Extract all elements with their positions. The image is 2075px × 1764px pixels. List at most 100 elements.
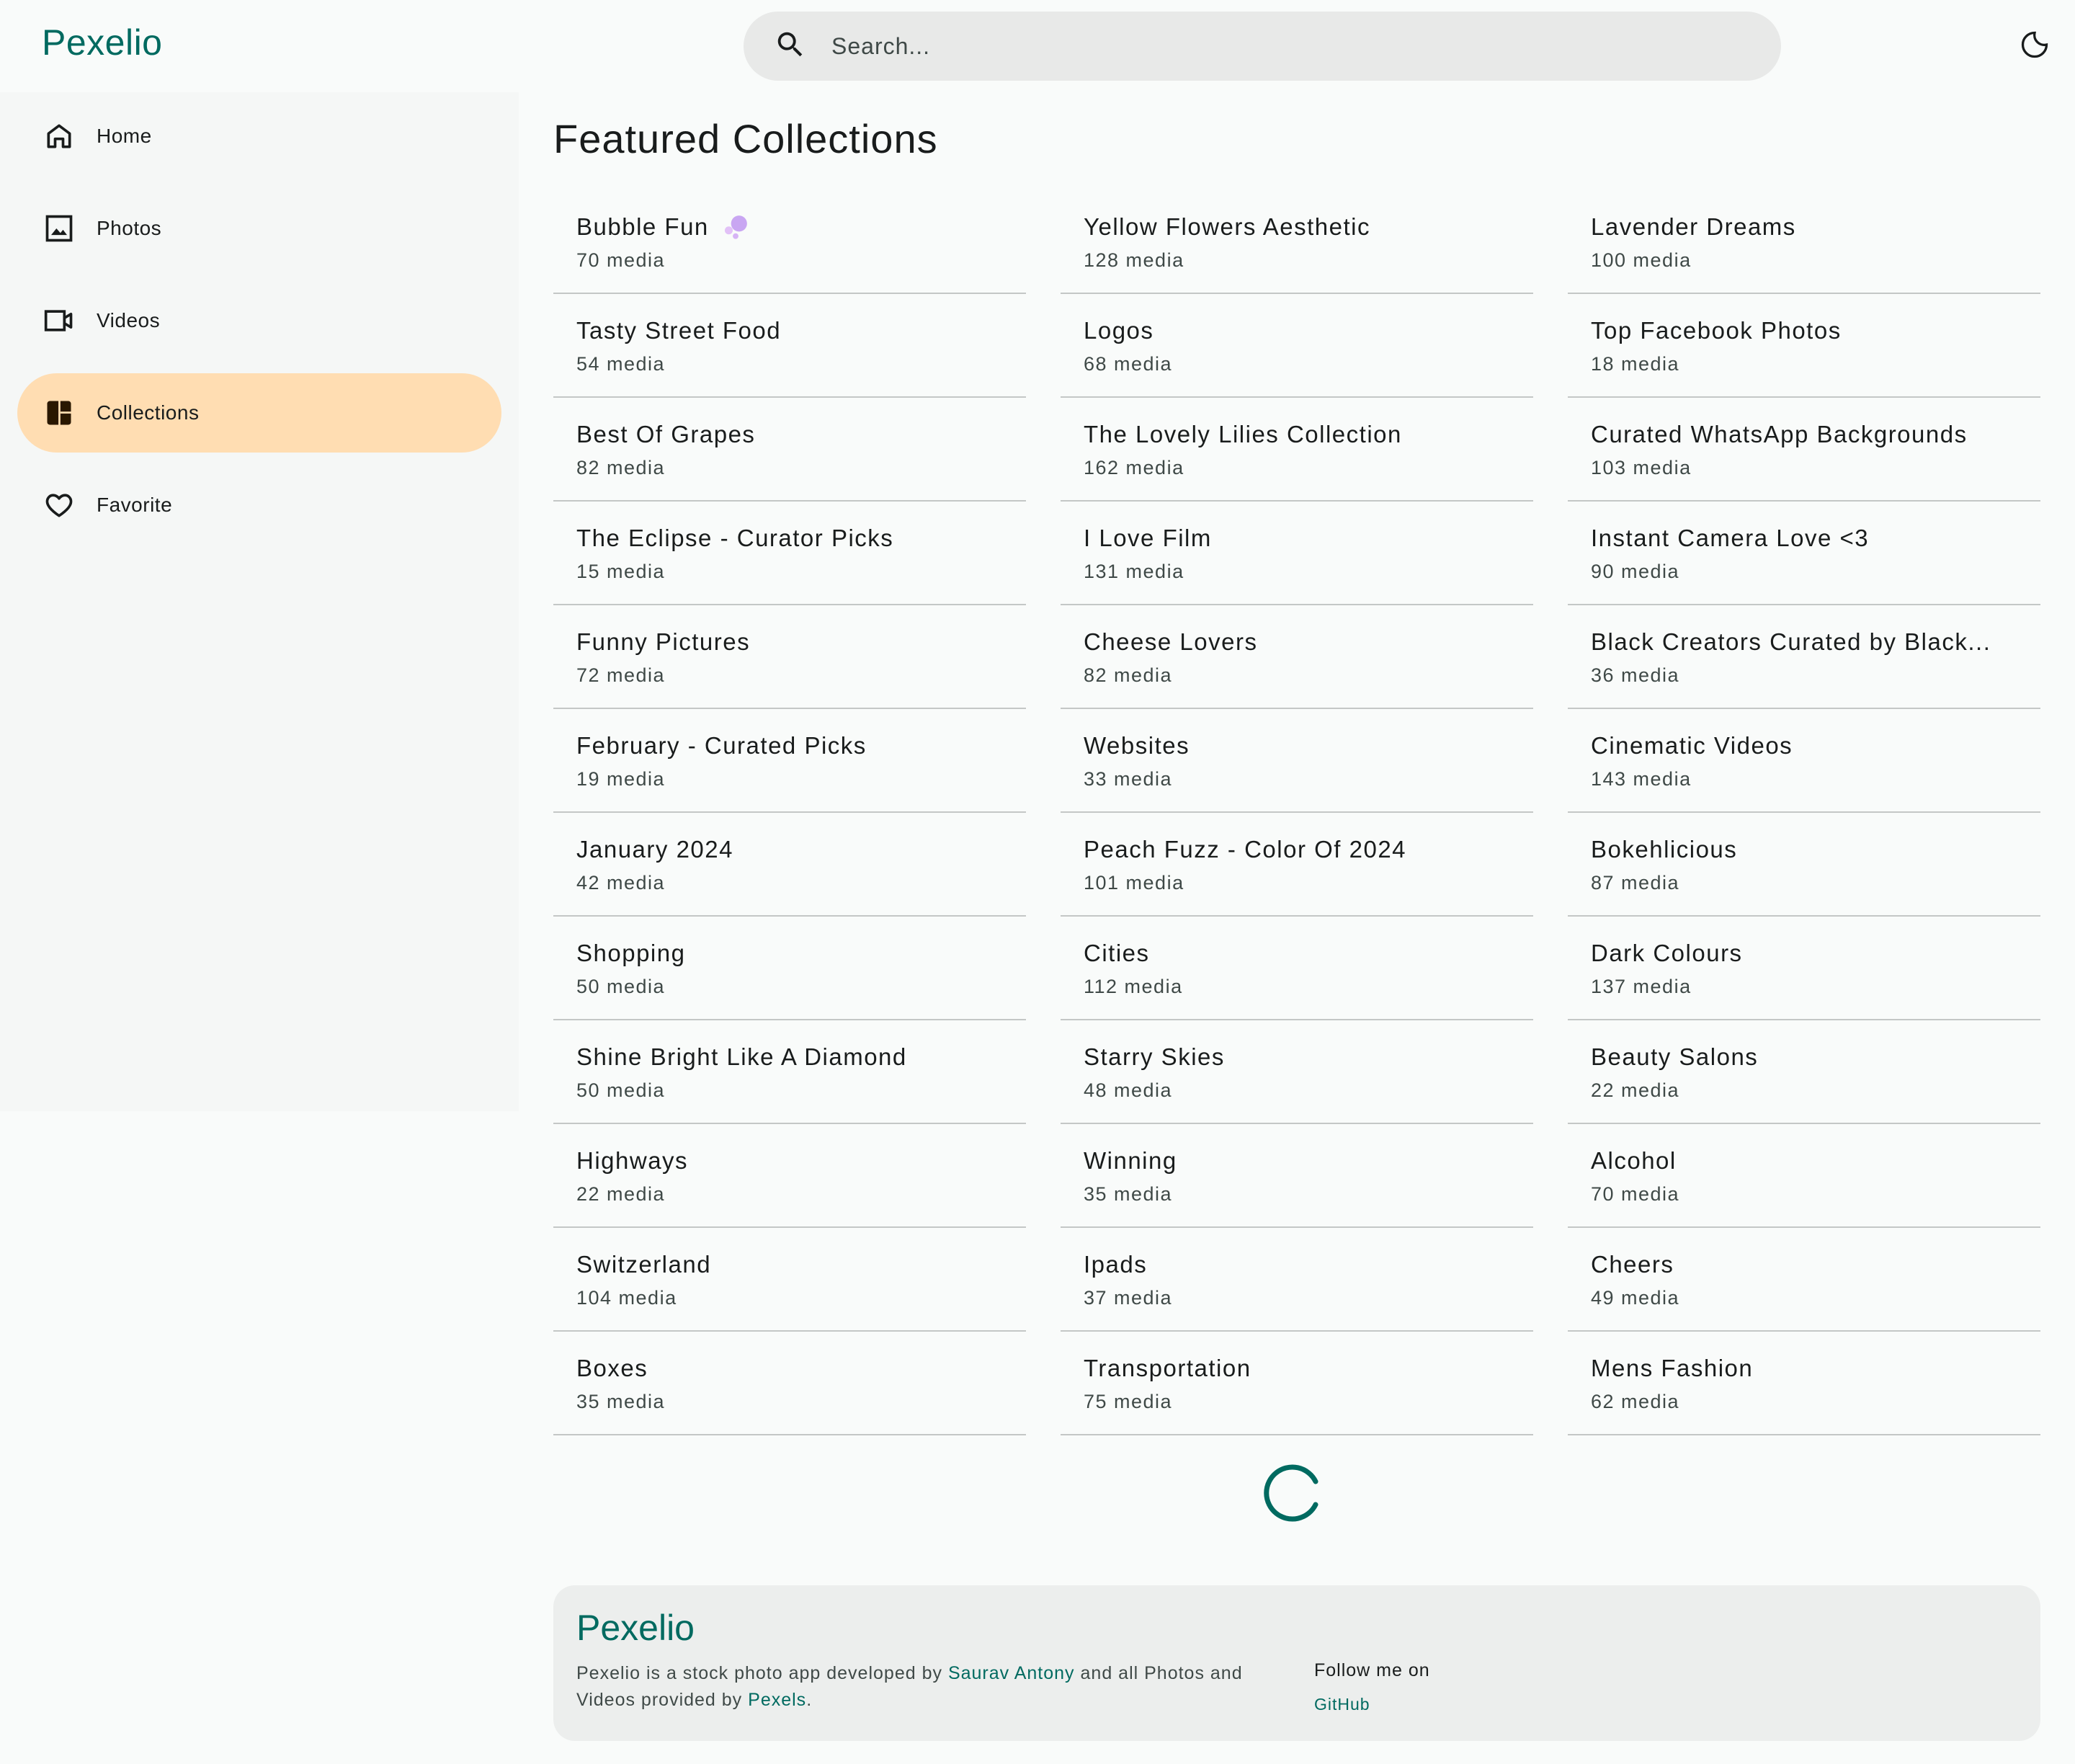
collection-title-text: Peach Fuzz - Color Of 2024	[1084, 836, 1407, 863]
collection-card[interactable]: Websites 33 media	[1061, 709, 1533, 813]
collection-title: Instant Camera Love <3	[1591, 525, 2040, 552]
sidebar-item-label: Favorite	[97, 494, 173, 516]
collection-card[interactable]: Switzerland 104 media	[553, 1228, 1026, 1332]
collection-card[interactable]: Tasty Street Food 54 media	[553, 294, 1026, 398]
collection-card[interactable]: Boxes 35 media	[553, 1332, 1026, 1435]
app-logo[interactable]: Pexelio	[42, 22, 163, 63]
sidebar-item-label: Videos	[97, 309, 161, 331]
collection-card[interactable]: Starry Skies 48 media	[1061, 1020, 1533, 1124]
collection-card[interactable]: Shopping 50 media	[553, 917, 1026, 1020]
collection-card[interactable]: Cities 112 media	[1061, 917, 1533, 1020]
sidebar-item-label: Collections	[97, 401, 200, 424]
collection-card[interactable]: Ipads 37 media	[1061, 1228, 1533, 1332]
collection-title: Shine Bright Like A Diamond	[576, 1043, 1026, 1071]
collection-count: 36 media	[1591, 664, 1680, 686]
collection-title: Websites	[1084, 732, 1533, 760]
collection-card[interactable]: Bubble Fun 70 media	[553, 190, 1026, 294]
collection-card[interactable]: Curated WhatsApp Backgrounds 103 media	[1568, 398, 2040, 502]
collection-card[interactable]: The Eclipse - Curator Picks 15 media	[553, 502, 1026, 605]
collection-title: Bubble Fun	[576, 213, 1026, 241]
collection-card[interactable]: Instant Camera Love <3 90 media	[1568, 502, 2040, 605]
collection-card[interactable]: January 2024 42 media	[553, 813, 1026, 917]
collection-card[interactable]: Yellow Flowers Aesthetic 128 media	[1061, 190, 1533, 294]
collection-card[interactable]: Beauty Salons 22 media	[1568, 1020, 2040, 1124]
collection-count: 35 media	[1084, 1183, 1173, 1205]
collection-title-text: January 2024	[576, 836, 733, 863]
collection-count: 128 media	[1084, 249, 1184, 271]
collection-title: February - Curated Picks	[576, 732, 1026, 760]
collection-card[interactable]: Mens Fashion 62 media	[1568, 1332, 2040, 1435]
sidebar-item-photos[interactable]: Photos	[17, 189, 501, 268]
collection-count: 137 media	[1591, 976, 1692, 997]
loading-spinner	[1262, 1461, 1326, 1525]
collection-title-text: The Eclipse - Curator Picks	[576, 525, 894, 551]
sidebar-item-home[interactable]: Home	[17, 97, 501, 176]
footer-text: .	[806, 1690, 813, 1710]
collection-card[interactable]: The Lovely Lilies Collection 162 media	[1061, 398, 1533, 502]
search-icon	[774, 28, 807, 65]
collection-title-text: Curated WhatsApp Backgrounds	[1591, 421, 1968, 447]
collection-card[interactable]: I Love Film 131 media	[1061, 502, 1533, 605]
collection-card[interactable]: Bokehlicious 87 media	[1568, 813, 2040, 917]
collection-title: I Love Film	[1084, 525, 1533, 552]
collection-card[interactable]: Cheese Lovers 82 media	[1061, 605, 1533, 709]
collection-count: 35 media	[576, 1391, 666, 1412]
collection-card[interactable]: Winning 35 media	[1061, 1124, 1533, 1228]
author-link[interactable]: Saurav Antony	[948, 1663, 1075, 1683]
collection-title-text: Transportation	[1084, 1355, 1251, 1381]
pexels-link[interactable]: Pexels	[748, 1690, 806, 1710]
collection-title-text: February - Curated Picks	[576, 732, 867, 759]
sidebar-item-videos[interactable]: Videos	[17, 281, 501, 360]
collection-count: 72 media	[576, 664, 666, 686]
collection-card[interactable]: Logos 68 media	[1061, 294, 1533, 398]
collection-card[interactable]: Dark Colours 137 media	[1568, 917, 2040, 1020]
collection-title: Top Facebook Photos	[1591, 317, 2040, 344]
collections-grid: Bubble Fun 70 media Yellow Flowers Aesthet…	[553, 190, 2040, 1435]
collection-card[interactable]: Lavender Dreams 100 media	[1568, 190, 2040, 294]
collection-title-text: Websites	[1084, 732, 1190, 759]
collection-count: 103 media	[1591, 457, 1692, 478]
footer: Pexelio Pexelio is a stock photo app dev…	[553, 1585, 2040, 1741]
collection-title-text: Winning	[1084, 1147, 1177, 1174]
collection-title: Tasty Street Food	[576, 317, 1026, 344]
sidebar-item-favorite[interactable]: Favorite	[17, 466, 501, 545]
collection-card[interactable]: February - Curated Picks 19 media	[553, 709, 1026, 813]
sidebar: Home Photos Videos Collections Favorite	[0, 92, 519, 1111]
collection-card[interactable]: Cinematic Videos 143 media	[1568, 709, 2040, 813]
collection-count: 90 media	[1591, 561, 1680, 582]
collection-card[interactable]: Peach Fuzz - Color Of 2024 101 media	[1061, 813, 1533, 917]
collection-title-text: Black Creators Curated by Black...	[1591, 628, 1991, 655]
collection-title-text: I Love Film	[1084, 525, 1212, 551]
collection-card[interactable]: Top Facebook Photos 18 media	[1568, 294, 2040, 398]
collection-title: Peach Fuzz - Color Of 2024	[1084, 836, 1533, 863]
sidebar-item-collections[interactable]: Collections	[17, 373, 501, 453]
github-link[interactable]: GitHub	[1314, 1695, 1370, 1714]
collection-count: 143 media	[1591, 768, 1692, 790]
collection-count: 22 media	[576, 1183, 666, 1205]
collection-count: 50 media	[576, 1079, 666, 1101]
collection-title-text: The Lovely Lilies Collection	[1084, 421, 1402, 447]
collection-count: 62 media	[1591, 1391, 1680, 1412]
collection-title-text: Dark Colours	[1591, 940, 1743, 966]
collection-card[interactable]: Best Of Grapes 82 media	[553, 398, 1026, 502]
collection-title: The Eclipse - Curator Picks	[576, 525, 1026, 552]
video-icon	[43, 305, 75, 337]
collection-card[interactable]: Cheers 49 media	[1568, 1228, 2040, 1332]
collection-title: Boxes	[576, 1355, 1026, 1382]
collection-card[interactable]: Shine Bright Like A Diamond 50 media	[553, 1020, 1026, 1124]
collection-card[interactable]: Alcohol 70 media	[1568, 1124, 2040, 1228]
collection-title-text: Tasty Street Food	[576, 317, 782, 344]
collection-title: Cinematic Videos	[1591, 732, 2040, 760]
collection-card[interactable]: Black Creators Curated by Black... 36 med…	[1568, 605, 2040, 709]
search-input[interactable]	[831, 32, 1696, 60]
collection-card[interactable]: Funny Pictures 72 media	[553, 605, 1026, 709]
search-bar[interactable]	[744, 12, 1781, 81]
collection-count: 22 media	[1591, 1079, 1680, 1101]
collection-card[interactable]: Highways 22 media	[553, 1124, 1026, 1228]
collection-count: 82 media	[1084, 664, 1173, 686]
dark-mode-toggle[interactable]	[2019, 29, 2051, 61]
collection-count: 42 media	[576, 872, 666, 894]
collection-card[interactable]: Transportation 75 media	[1061, 1332, 1533, 1435]
collection-title-text: Boxes	[576, 1355, 648, 1381]
collection-count: 54 media	[576, 353, 666, 375]
